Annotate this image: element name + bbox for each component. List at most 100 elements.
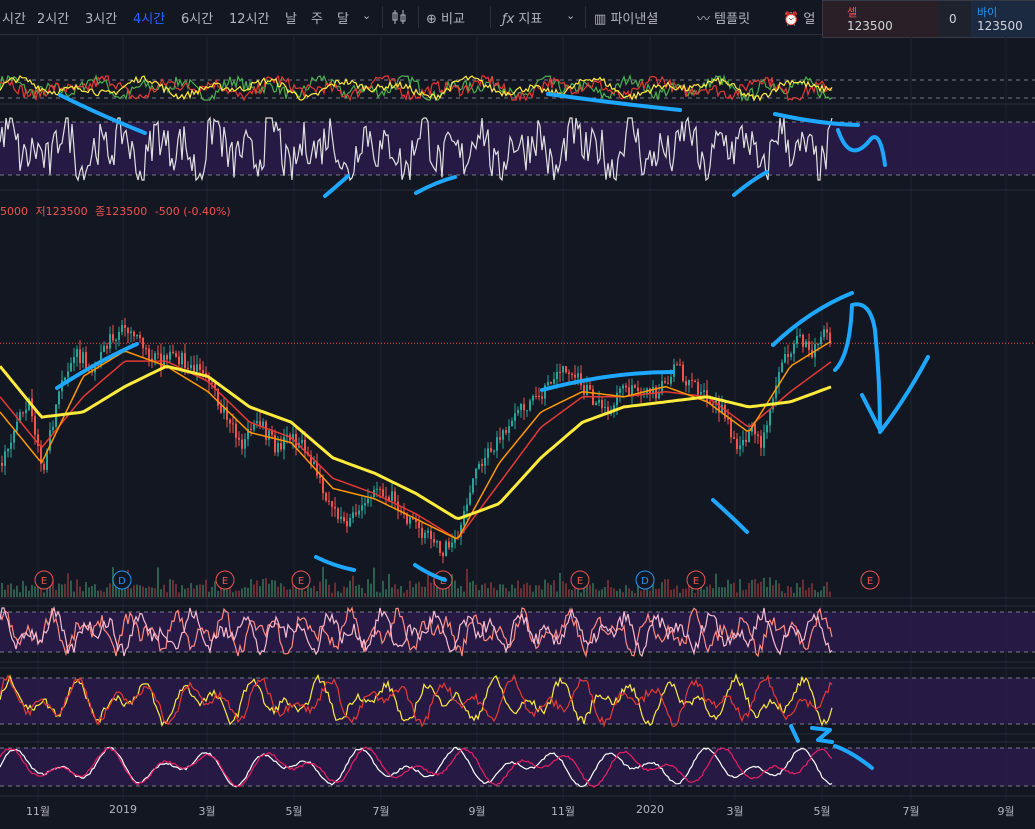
volume-bar xyxy=(763,577,765,597)
volume-bar xyxy=(601,589,603,597)
volume-bar xyxy=(535,585,537,597)
volume-bar xyxy=(43,592,45,597)
volume-bar xyxy=(196,585,198,597)
volume-bar xyxy=(286,589,288,597)
candle-body xyxy=(691,379,693,381)
candle-body xyxy=(82,352,84,364)
volume-bar xyxy=(133,585,135,597)
candle-body xyxy=(277,443,279,453)
volume-bar xyxy=(667,579,669,597)
candle-body xyxy=(565,366,567,373)
volume-bar xyxy=(808,587,810,597)
volume-bar xyxy=(514,588,516,597)
candle-body xyxy=(136,334,138,337)
candle-body xyxy=(421,528,423,539)
volume-bar xyxy=(625,585,627,597)
volume-bar xyxy=(316,591,318,597)
annotation-stroke xyxy=(414,175,457,195)
candle-body xyxy=(103,345,105,352)
volume-bar xyxy=(355,585,357,597)
candle-body xyxy=(541,396,543,399)
volume-bar xyxy=(523,584,525,597)
volume-bar xyxy=(325,579,327,597)
candle-body xyxy=(535,395,537,397)
candle-body xyxy=(7,448,9,452)
candle-body xyxy=(550,381,552,384)
candle-body xyxy=(625,385,627,388)
dividend-marker-label: D xyxy=(641,576,649,587)
candle-body xyxy=(211,382,213,384)
ohlc-change: -500 (-0.40%) xyxy=(154,205,231,218)
volume-bar xyxy=(727,579,729,597)
ohlc-close: 종123500 xyxy=(95,205,148,218)
volume-bar xyxy=(283,586,285,597)
candle-body xyxy=(451,542,453,548)
volume-bar xyxy=(817,592,819,597)
volume-bar xyxy=(622,592,624,597)
volume-bar xyxy=(385,589,387,597)
candle-body xyxy=(700,392,702,395)
price-chart[interactable]: EDEEEEDEE xyxy=(0,0,1035,829)
volume-bar xyxy=(703,589,705,597)
candle-body xyxy=(187,367,189,369)
candle-body xyxy=(58,391,60,405)
candle-body xyxy=(367,498,369,504)
volume-bar xyxy=(733,582,735,597)
volume-bar xyxy=(97,590,99,597)
moving-average-orange xyxy=(0,340,832,540)
volume-bar xyxy=(265,577,267,597)
candle-body xyxy=(532,395,534,401)
volume-bar xyxy=(721,587,723,597)
volume-bar xyxy=(16,585,18,597)
volume-bar xyxy=(673,588,675,597)
candle-body xyxy=(34,416,36,435)
volume-bar xyxy=(454,580,456,597)
candle-body xyxy=(802,334,804,347)
earnings-marker-label: E xyxy=(222,576,228,587)
candle-body xyxy=(466,504,468,512)
volume-bar xyxy=(481,584,483,597)
candle-body xyxy=(805,341,807,347)
volume-bar xyxy=(217,590,219,597)
candle-body xyxy=(115,339,117,341)
candle-body xyxy=(685,380,687,386)
ohlc-readout: 5000 저123500 종123500 -500 (-0.40%) xyxy=(0,203,231,219)
volume-bar xyxy=(181,585,183,597)
volume-bar xyxy=(469,582,471,597)
volume-bar xyxy=(277,586,279,597)
volume-bar xyxy=(142,586,144,597)
candle-body xyxy=(166,355,168,360)
candle-body xyxy=(361,505,363,511)
candle-body xyxy=(808,341,810,350)
volume-bar xyxy=(766,586,768,597)
volume-bar xyxy=(568,589,570,597)
volume-bar xyxy=(772,585,774,597)
volume-bar xyxy=(136,584,138,597)
candle-body xyxy=(157,353,159,355)
volume-bar xyxy=(658,588,660,597)
candle-body xyxy=(757,434,759,436)
candle-body xyxy=(799,334,801,336)
candle-body xyxy=(790,353,792,357)
volume-bar xyxy=(211,586,213,597)
candle-body xyxy=(637,387,639,392)
volume-bar xyxy=(289,589,291,597)
volume-bar xyxy=(178,592,180,597)
candle-body xyxy=(346,521,348,527)
volume-bar xyxy=(655,588,657,597)
candle-body xyxy=(499,437,501,440)
oscillator-band xyxy=(0,748,1035,786)
candle-body xyxy=(520,404,522,411)
candle-body xyxy=(430,530,432,540)
candle-body xyxy=(379,488,381,490)
volume-bar xyxy=(235,590,237,597)
candle-body xyxy=(130,331,132,334)
volume-bar xyxy=(466,568,468,597)
candle-body xyxy=(352,512,354,518)
candle-body xyxy=(619,388,621,393)
candle-body xyxy=(121,325,123,333)
volume-bar xyxy=(724,587,726,597)
volume-bar xyxy=(505,588,507,597)
volume-bar xyxy=(208,591,210,597)
volume-bar xyxy=(754,579,756,597)
